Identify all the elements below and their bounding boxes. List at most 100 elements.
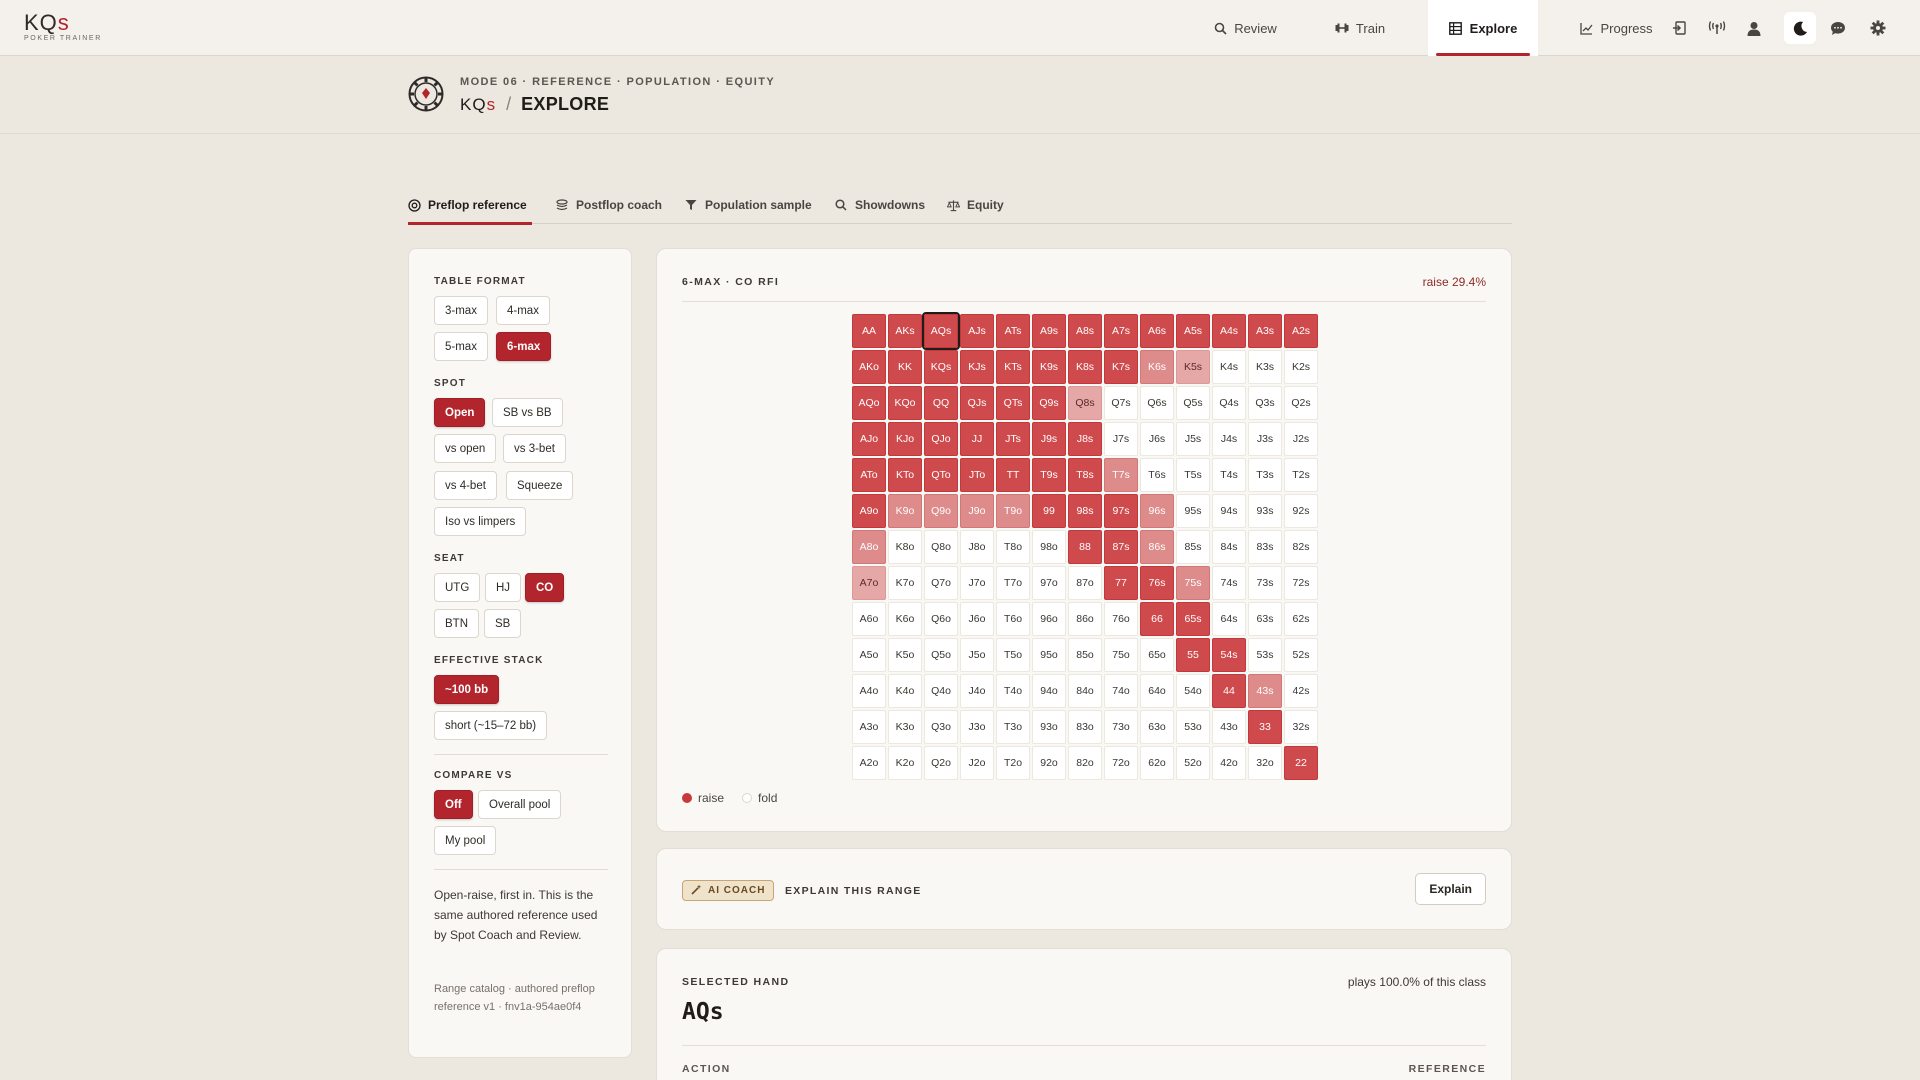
range-cell-54s[interactable]: 54s (1212, 638, 1246, 672)
range-cell-j2s[interactable]: J2s (1284, 422, 1318, 456)
range-cell-k4s[interactable]: K4s (1212, 350, 1246, 384)
range-cell-88[interactable]: 88 (1068, 530, 1102, 564)
range-cell-t7o[interactable]: T7o (996, 566, 1030, 600)
explain-button[interactable]: Explain (1415, 873, 1486, 905)
range-cell-q2s[interactable]: Q2s (1284, 386, 1318, 420)
range-cell-t2o[interactable]: T2o (996, 746, 1030, 780)
range-cell-q6s[interactable]: Q6s (1140, 386, 1174, 420)
range-cell-83o[interactable]: 83o (1068, 710, 1102, 744)
range-cell-93s[interactable]: 93s (1248, 494, 1282, 528)
range-cell-jto[interactable]: JTo (960, 458, 994, 492)
range-cell-a4s[interactable]: A4s (1212, 314, 1246, 348)
tab-equity[interactable]: Equity (947, 186, 1004, 224)
broadcast-icon[interactable] (1703, 14, 1731, 42)
range-cell-94o[interactable]: 94o (1032, 674, 1066, 708)
range-cell-q9s[interactable]: Q9s (1032, 386, 1066, 420)
range-cell-62o[interactable]: 62o (1140, 746, 1174, 780)
stack-short[interactable]: short (~15–72 bb) (434, 711, 548, 740)
range-cell-ajo[interactable]: AJo (852, 422, 886, 456)
range-cell-j7o[interactable]: J7o (960, 566, 994, 600)
range-cell-76s[interactable]: 76s (1140, 566, 1174, 600)
range-cell-k5o[interactable]: K5o (888, 638, 922, 672)
range-cell-t4o[interactable]: T4o (996, 674, 1030, 708)
range-cell-95s[interactable]: 95s (1176, 494, 1210, 528)
table-format-5max[interactable]: 5-max (434, 332, 488, 361)
range-cell-32o[interactable]: 32o (1248, 746, 1282, 780)
range-cell-ajs[interactable]: AJs (960, 314, 994, 348)
range-cell-92s[interactable]: 92s (1284, 494, 1318, 528)
range-cell-t5o[interactable]: T5o (996, 638, 1030, 672)
range-cell-k2s[interactable]: K2s (1284, 350, 1318, 384)
range-cell-96s[interactable]: 96s (1140, 494, 1174, 528)
range-cell-q8o[interactable]: Q8o (924, 530, 958, 564)
range-cell-63s[interactable]: 63s (1248, 602, 1282, 636)
range-cell-t8s[interactable]: T8s (1068, 458, 1102, 492)
range-cell-j4o[interactable]: J4o (960, 674, 994, 708)
range-cell-a8o[interactable]: A8o (852, 530, 886, 564)
range-cell-qq[interactable]: QQ (924, 386, 958, 420)
table-format-6max[interactable]: 6-max (496, 332, 552, 361)
range-cell-44[interactable]: 44 (1212, 674, 1246, 708)
range-cell-t4s[interactable]: T4s (1212, 458, 1246, 492)
range-cell-a5o[interactable]: A5o (852, 638, 886, 672)
range-cell-aks[interactable]: AKs (888, 314, 922, 348)
table-format-4max[interactable]: 4-max (496, 296, 550, 325)
range-cell-t6s[interactable]: T6s (1140, 458, 1174, 492)
tab-preflop-reference[interactable]: Preflop reference (408, 186, 532, 225)
range-cell-aqo[interactable]: AQo (852, 386, 886, 420)
range-cell-j2o[interactable]: J2o (960, 746, 994, 780)
range-cell-k6o[interactable]: K6o (888, 602, 922, 636)
seat-co[interactable]: CO (525, 573, 565, 602)
range-cell-86o[interactable]: 86o (1068, 602, 1102, 636)
range-cell-a2s[interactable]: A2s (1284, 314, 1318, 348)
range-cell-87o[interactable]: 87o (1068, 566, 1102, 600)
range-cell-a7o[interactable]: A7o (852, 566, 886, 600)
range-cell-62s[interactable]: 62s (1284, 602, 1318, 636)
range-cell-k7s[interactable]: K7s (1104, 350, 1138, 384)
range-cell-32s[interactable]: 32s (1284, 710, 1318, 744)
range-cell-kts[interactable]: KTs (996, 350, 1030, 384)
range-cell-k7o[interactable]: K7o (888, 566, 922, 600)
range-cell-65o[interactable]: 65o (1140, 638, 1174, 672)
range-cell-97o[interactable]: 97o (1032, 566, 1066, 600)
range-cell-96o[interactable]: 96o (1032, 602, 1066, 636)
range-cell-73s[interactable]: 73s (1248, 566, 1282, 600)
range-cell-74o[interactable]: 74o (1104, 674, 1138, 708)
range-cell-j6s[interactable]: J6s (1140, 422, 1174, 456)
range-cell-t3o[interactable]: T3o (996, 710, 1030, 744)
tab-showdowns[interactable]: Showdowns (835, 186, 925, 224)
range-cell-75s[interactable]: 75s (1176, 566, 1210, 600)
range-cell-k8o[interactable]: K8o (888, 530, 922, 564)
range-cell-j9s[interactable]: J9s (1032, 422, 1066, 456)
range-cell-qjo[interactable]: QJo (924, 422, 958, 456)
range-cell-22[interactable]: 22 (1284, 746, 1318, 780)
range-cell-j8s[interactable]: J8s (1068, 422, 1102, 456)
range-cell-j5o[interactable]: J5o (960, 638, 994, 672)
range-cell-t7s[interactable]: T7s (1104, 458, 1138, 492)
range-cell-ats[interactable]: ATs (996, 314, 1030, 348)
range-cell-84s[interactable]: 84s (1212, 530, 1246, 564)
range-cell-q7o[interactable]: Q7o (924, 566, 958, 600)
range-cell-t5s[interactable]: T5s (1176, 458, 1210, 492)
range-cell-q3o[interactable]: Q3o (924, 710, 958, 744)
range-cell-t6o[interactable]: T6o (996, 602, 1030, 636)
compare-my-pool[interactable]: My pool (434, 826, 497, 855)
range-cell-aa[interactable]: AA (852, 314, 886, 348)
range-cell-aqs[interactable]: AQs (922, 312, 960, 350)
range-cell-63o[interactable]: 63o (1140, 710, 1174, 744)
range-cell-q4o[interactable]: Q4o (924, 674, 958, 708)
range-cell-43s[interactable]: 43s (1248, 674, 1282, 708)
range-cell-q4s[interactable]: Q4s (1212, 386, 1246, 420)
range-cell-42s[interactable]: 42s (1284, 674, 1318, 708)
spot-squeeze[interactable]: Squeeze (506, 471, 574, 500)
range-cell-kjo[interactable]: KJo (888, 422, 922, 456)
range-cell-53s[interactable]: 53s (1248, 638, 1282, 672)
seat-sb[interactable]: SB (484, 609, 522, 638)
moon-icon[interactable] (1784, 12, 1816, 44)
range-cell-a5s[interactable]: A5s (1176, 314, 1210, 348)
range-cell-j7s[interactable]: J7s (1104, 422, 1138, 456)
range-cell-55[interactable]: 55 (1176, 638, 1210, 672)
seat-utg[interactable]: UTG (434, 573, 481, 602)
range-cell-a3s[interactable]: A3s (1248, 314, 1282, 348)
range-cell-ato[interactable]: ATo (852, 458, 886, 492)
